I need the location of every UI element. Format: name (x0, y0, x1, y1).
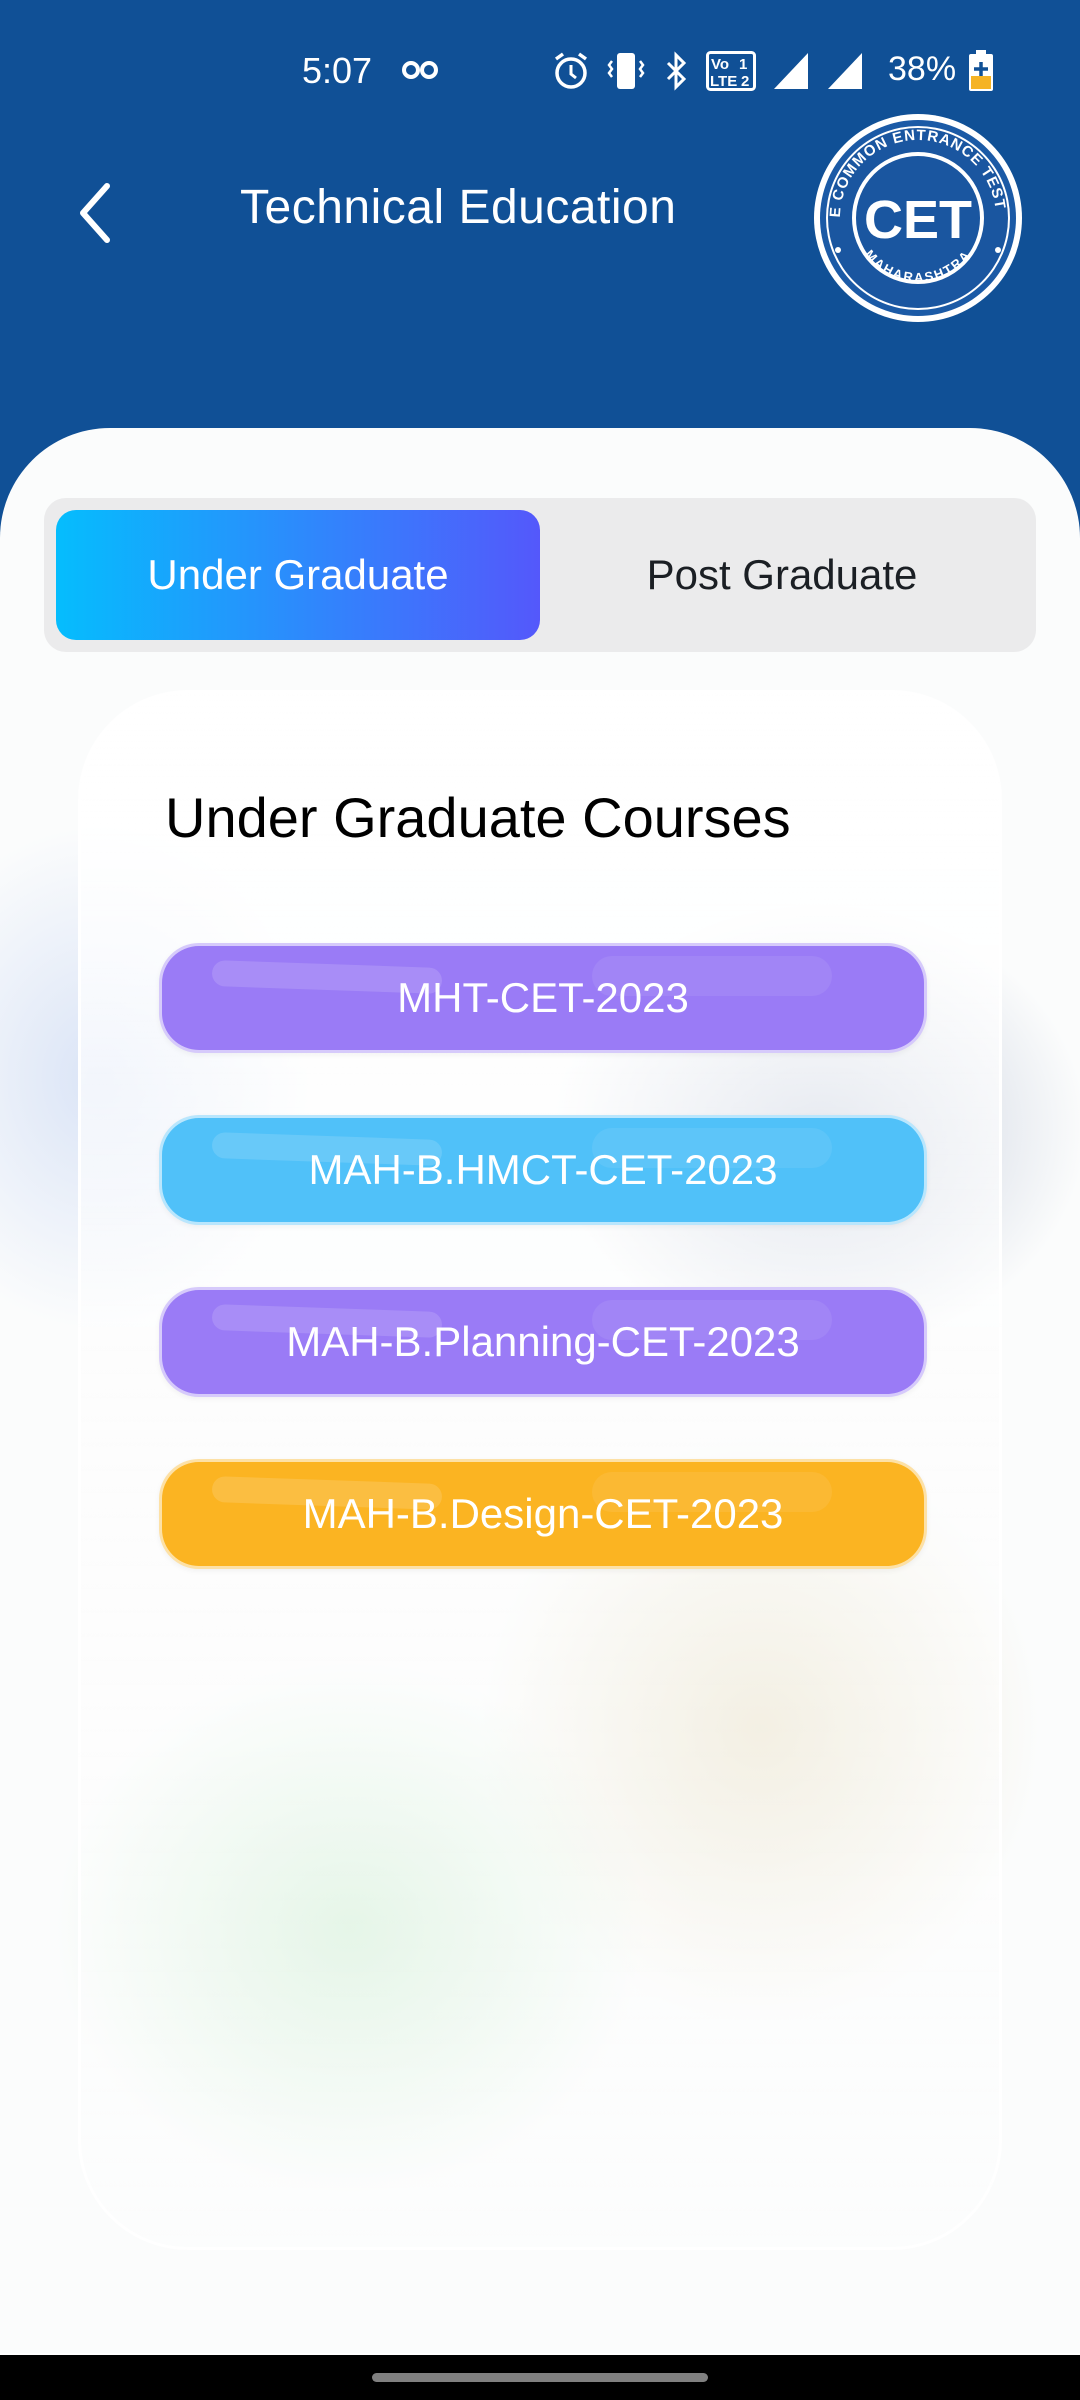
battery-percent: 38% (888, 50, 957, 88)
alarm-icon (554, 52, 588, 89)
courses-card: Under Graduate Courses MHT-CET-2023 MAH-… (78, 690, 1002, 2250)
chevron-left-icon (80, 183, 110, 243)
course-label: MAH-B.HMCT-CET-2023 (308, 1146, 778, 1193)
level-tabs: Under Graduate Post Graduate (44, 498, 1036, 652)
svg-text:2: 2 (741, 73, 749, 90)
course-label: MAH-B.Design-CET-2023 (302, 1490, 784, 1537)
courses-heading: Under Graduate Courses (165, 786, 791, 849)
course-button-bdesign-cet[interactable]: MAH-B.Design-CET-2023 (159, 1459, 927, 1569)
back-button[interactable] (60, 168, 130, 258)
status-icons: Vo 1 LTE 2 (552, 50, 864, 92)
tab-under-graduate[interactable]: Under Graduate (56, 510, 540, 640)
vibrate-icon (607, 53, 645, 89)
svg-text:LTE: LTE (710, 73, 737, 90)
glasses-icon (402, 61, 438, 79)
course-button-mht-cet[interactable]: MHT-CET-2023 (159, 943, 927, 1053)
bluetooth-icon (666, 51, 687, 91)
status-time: 5:07 (302, 50, 373, 91)
course-button-bhmct-cet[interactable]: MAH-B.HMCT-CET-2023 (159, 1115, 927, 1225)
svg-text:Vo: Vo (711, 56, 729, 73)
cet-logo: STATE COMMON ENTRANCE TEST CELL MAHARASH… (810, 110, 1022, 322)
tab-post-graduate[interactable]: Post Graduate (540, 510, 1024, 640)
content-sheet: Under Graduate Post Graduate Under Gradu… (0, 428, 1080, 2353)
logo-center-text: CET (864, 190, 972, 250)
svg-text:1: 1 (739, 56, 747, 73)
battery-charging-icon (969, 50, 993, 91)
volte-lte-icon: Vo 1 LTE 2 (706, 51, 756, 91)
course-label: MHT-CET-2023 (397, 974, 689, 1021)
course-button-bplanning-cet[interactable]: MAH-B.Planning-CET-2023 (159, 1287, 927, 1397)
page-title: Technical Education (240, 181, 677, 234)
system-nav-bar (0, 2355, 1080, 2400)
signal-icon (828, 53, 862, 89)
signal-icon (774, 53, 808, 89)
gesture-handle[interactable] (372, 2373, 708, 2382)
course-label: MAH-B.Planning-CET-2023 (286, 1318, 800, 1365)
